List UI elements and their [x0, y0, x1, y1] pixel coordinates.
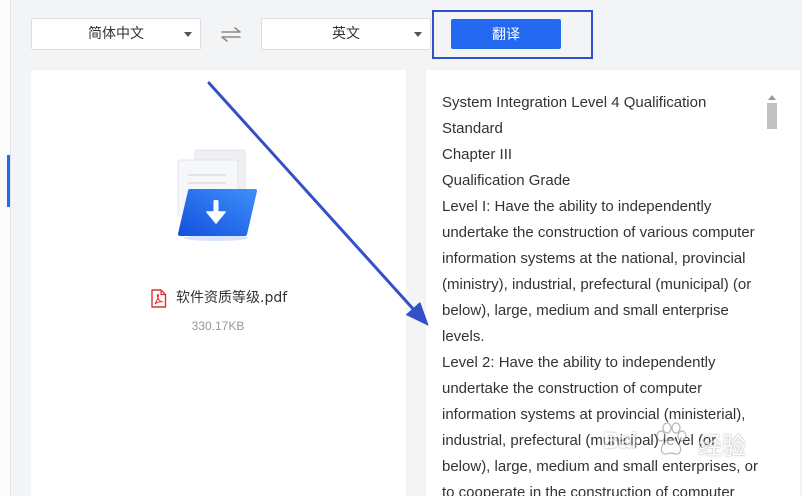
chevron-down-icon: [414, 32, 422, 37]
upload-folder-icon: [168, 142, 268, 242]
translated-text-line: information systems at provincial (minis…: [442, 406, 746, 423]
target-language-value: 英文: [332, 26, 360, 42]
translated-text-line: Level 2: Have the ability to independent…: [442, 354, 716, 371]
translated-text-line: undertake the construction of computer: [442, 380, 703, 397]
swap-icon[interactable]: [220, 27, 242, 42]
file-size: 330.17KB: [191, 319, 245, 333]
target-language-select[interactable]: 英文: [261, 18, 431, 50]
scrollbar-thumb[interactable]: [767, 103, 777, 129]
translated-text-line: industrial, prefectural (municipal) leve…: [442, 432, 717, 449]
scroll-up-arrow-icon[interactable]: [768, 95, 776, 100]
pdf-file-icon: [150, 289, 167, 308]
translated-text-line: levels.: [442, 328, 485, 345]
translated-text-line: information systems at the national, pro…: [442, 250, 746, 267]
translated-text-line: System Integration Level 4 Qualification: [442, 94, 707, 111]
translation-result-panel[interactable]: System Integration Level 4 Qualification…: [426, 70, 800, 496]
translated-text-line: undertake the construction of various co…: [442, 224, 755, 241]
translated-text-line: to cooperate in the construction of comp…: [442, 484, 735, 496]
translated-text-line: Level I: Have the ability to independent…: [442, 198, 712, 215]
chevron-down-icon: [184, 32, 192, 37]
file-name: 软件资质等级.pdf: [176, 290, 288, 306]
translated-text-line: Qualification Grade: [442, 172, 571, 189]
translated-text-line: Standard: [442, 120, 503, 137]
translator-app: 简体中文 英文 翻译 软件资质等级.pdf 330.17KB System In…: [0, 0, 802, 496]
translated-text-line: Chapter III: [442, 146, 513, 163]
left-rail: [0, 0, 11, 496]
translated-text-line: below), large, medium and small enterpri…: [442, 458, 758, 475]
translate-button[interactable]: 翻译: [451, 19, 561, 49]
translated-text-line: below), large, medium and small enterpri…: [442, 302, 729, 319]
uploaded-file-panel[interactable]: 软件资质等级.pdf 330.17KB: [31, 70, 406, 496]
translated-text: System Integration Level 4 Qualification…: [442, 90, 758, 496]
source-language-value: 简体中文: [88, 26, 144, 42]
active-nav-indicator: [7, 155, 10, 207]
translated-text-line: (ministry), industrial, prefectural (mun…: [442, 276, 752, 293]
source-language-select[interactable]: 简体中文: [31, 18, 201, 50]
